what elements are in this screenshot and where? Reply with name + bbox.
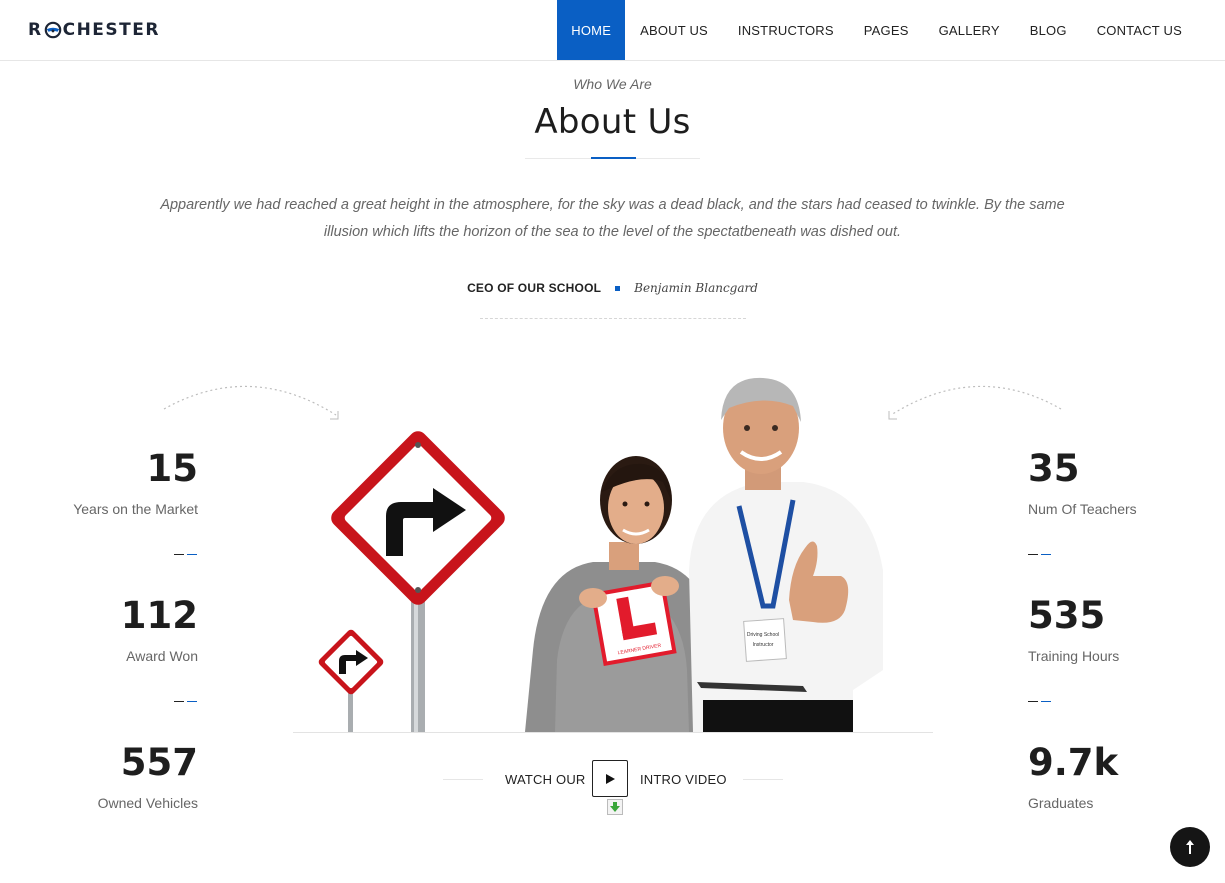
turn-right-sign-small — [318, 629, 384, 695]
title-divider-accent — [591, 157, 636, 159]
section-eyebrow: Who We Are — [573, 76, 652, 92]
stat-awards: 112 Award Won — [0, 594, 198, 665]
intro-video: WATCH OUR INTRO VIDEO — [443, 760, 783, 798]
stat-value: 535 — [1028, 594, 1106, 637]
hero-illustration: LEARNER DRIVER Driving School Instructor — [318, 377, 883, 732]
driving-instructor: Driving School Instructor — [689, 377, 883, 732]
stat-label: Award Won — [126, 648, 198, 664]
ceo-role: CEO OF OUR SCHOOL — [467, 281, 602, 295]
steering-wheel-icon — [44, 21, 61, 39]
stat-graduates: 9.7k Graduates — [1028, 741, 1225, 812]
nav-item-blog[interactable]: BLOG — [1015, 0, 1082, 60]
stat-training-hours: 535 Training Hours — [1028, 594, 1225, 665]
video-rule-left — [443, 779, 483, 780]
stat-teachers: 35 Num Of Teachers — [1028, 447, 1225, 518]
down-arrow-icon — [610, 802, 620, 812]
main-nav: HOME ABOUT US INSTRUCTORS PAGES GALLERY … — [557, 0, 1197, 60]
stat-value: 35 — [1028, 447, 1080, 490]
stat-value: 15 — [146, 447, 199, 490]
play-button[interactable] — [592, 760, 628, 797]
ceo-signature: CEO OF OUR SCHOOL Benjamin Blancgard — [0, 281, 1225, 295]
download-icon[interactable] — [607, 799, 623, 815]
video-rule-right — [743, 779, 783, 780]
stat-value: 9.7k — [1028, 741, 1119, 784]
stat-label: Years on the Market — [73, 501, 198, 517]
badge-school-text: Driving School — [747, 632, 779, 638]
video-label-after: INTRO VIDEO — [640, 772, 727, 787]
arrow-up-icon — [1186, 840, 1194, 854]
video-label-before: WATCH OUR — [505, 772, 586, 787]
separator-dot — [615, 285, 621, 291]
badge-tag-text: Instructor — [753, 642, 774, 648]
play-icon — [606, 773, 615, 784]
logo[interactable]: R CHESTER — [28, 19, 160, 41]
site-header: R CHESTER HOME ABOUT US INSTRUCTORS PAGE… — [0, 0, 1225, 61]
ceo-name: Benjamin Blancgard — [634, 281, 758, 295]
logo-text-right: CHESTER — [62, 20, 160, 40]
nav-item-pages[interactable]: PAGES — [849, 0, 924, 60]
nav-item-contact-us[interactable]: CONTACT US — [1082, 0, 1197, 60]
stat-value: 557 — [120, 741, 198, 784]
stat-value: 112 — [120, 594, 198, 637]
stat-label: Training Hours — [1028, 648, 1120, 664]
stat-vehicles: 557 Owned Vehicles — [0, 741, 198, 812]
stat-label: Num Of Teachers — [1028, 501, 1137, 517]
signature-divider — [480, 318, 746, 319]
stat-label: Graduates — [1028, 795, 1094, 811]
nav-item-instructors[interactable]: INSTRUCTORS — [723, 0, 849, 60]
logo-text-left: R — [28, 20, 43, 40]
stat-label: Owned Vehicles — [97, 795, 198, 811]
nav-item-about-us[interactable]: ABOUT US — [625, 0, 723, 60]
nav-item-gallery[interactable]: GALLERY — [924, 0, 1015, 60]
nav-item-home[interactable]: HOME — [557, 0, 626, 60]
hero-baseline — [293, 732, 933, 733]
stat-years: 15 Years on the Market — [0, 447, 199, 518]
back-to-top-button[interactable] — [1170, 827, 1210, 867]
section-title: About Us — [534, 102, 691, 142]
about-quote: Apparently we had reached a great height… — [160, 197, 1065, 240]
